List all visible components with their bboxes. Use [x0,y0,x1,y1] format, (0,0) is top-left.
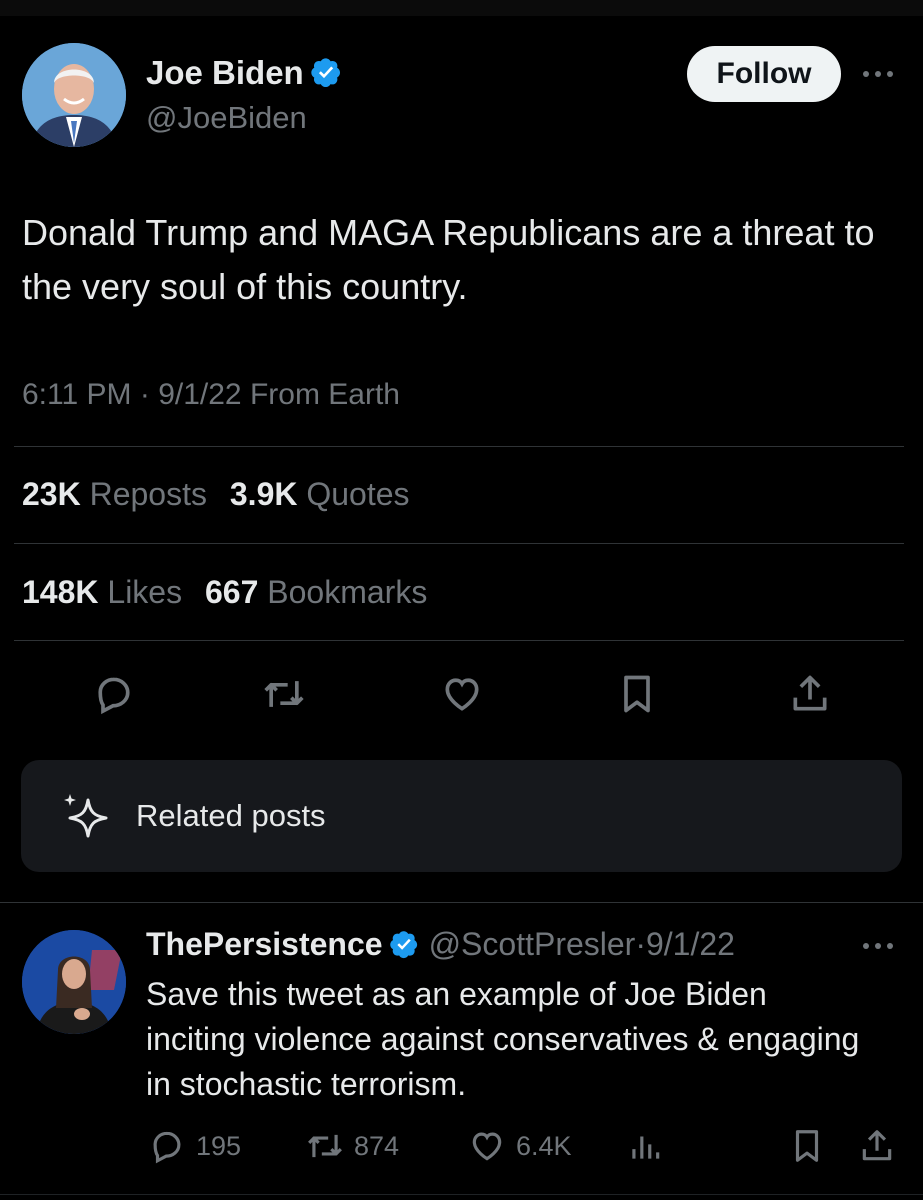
divider [14,640,904,641]
bookmark-icon[interactable] [615,672,659,716]
related-posts-label[interactable]: Related posts [136,798,326,834]
bookmark-icon [795,1130,819,1162]
reply-bookmark-button[interactable] [788,1124,836,1168]
share-icon[interactable] [788,672,832,716]
divider [0,902,923,903]
divider [14,543,904,544]
reply-author-handle[interactable]: @ScottPresler [429,926,636,962]
bookmarks-label: Bookmarks [267,574,428,610]
avatar[interactable] [22,43,126,147]
post-meta: 6:11 PM · 9/1/22 From Earth [22,378,400,412]
verified-badge-icon [311,58,340,87]
reply-likes-button[interactable]: 6.4K [468,1124,572,1168]
more-options-icon[interactable] [860,62,896,86]
analytics-icon [632,1136,660,1159]
post-text: Donald Trump and MAGA Republicans are a … [22,212,875,307]
stats-row-2: 148K Likes 667 Bookmarks [22,574,427,611]
quotes-stat[interactable]: 3.9K Quotes [230,476,410,512]
quotes-count: 3.9K [229,476,298,512]
reply-replies-button[interactable]: 195 [148,1124,241,1168]
bookmarks-stat[interactable]: 667 Bookmarks [205,574,427,610]
reply-icon[interactable] [92,672,136,716]
likes-label: Likes [107,574,183,610]
verified-badge-icon [389,931,417,959]
reply-separator: · [635,926,646,962]
quotes-label: Quotes [306,476,410,512]
reply-text: Save this tweet as an example of Joe Bid… [146,976,860,1102]
reply-author-name[interactable]: ThePersistence [146,926,383,962]
author-handle[interactable]: @JoeBiden [146,100,307,136]
stats-row-1: 23K Reposts 3.9K Quotes [22,476,410,513]
reply-reposts-count: 874 [354,1130,400,1161]
reply-date[interactable]: 9/1/22 [646,926,735,962]
repost-icon [308,1134,342,1158]
meta-separator: · [139,378,150,411]
follow-button[interactable]: Follow [687,46,841,102]
post-date[interactable]: 9/1/22 [158,378,241,411]
reply-icon [153,1131,181,1164]
repost-icon[interactable] [262,672,306,716]
share-icon [862,1130,892,1161]
reply-replies-count: 195 [196,1130,242,1161]
post-time[interactable]: 6:11 PM [22,378,132,411]
reply-share-button[interactable] [858,1124,906,1168]
like-icon [472,1132,502,1161]
reposts-stat[interactable]: 23K Reposts [22,476,207,512]
likes-stat[interactable]: 148K Likes [22,574,182,610]
reply-views-button[interactable] [626,1124,674,1168]
reply-likes-count: 6.4K [516,1130,572,1161]
reply-avatar[interactable] [22,930,126,1034]
divider [0,1194,923,1195]
reply-header: ThePersistence @ScottPresler·9/1/22 [146,926,735,963]
reply-more-options-icon[interactable] [860,934,896,958]
divider [14,446,904,447]
post-source: From Earth [249,378,400,411]
reposts-label: Reposts [89,476,207,512]
bookmarks-count: 667 [204,574,259,610]
like-icon[interactable] [440,672,484,716]
reply-reposts-button[interactable]: 874 [306,1124,399,1168]
top-bar [0,0,923,16]
reposts-count: 23K [22,476,81,512]
author-name[interactable]: Joe Biden [146,54,342,92]
author-name-text[interactable]: Joe Biden [146,54,304,91]
likes-count: 148K [22,574,99,610]
sparkle-icon [60,790,112,842]
